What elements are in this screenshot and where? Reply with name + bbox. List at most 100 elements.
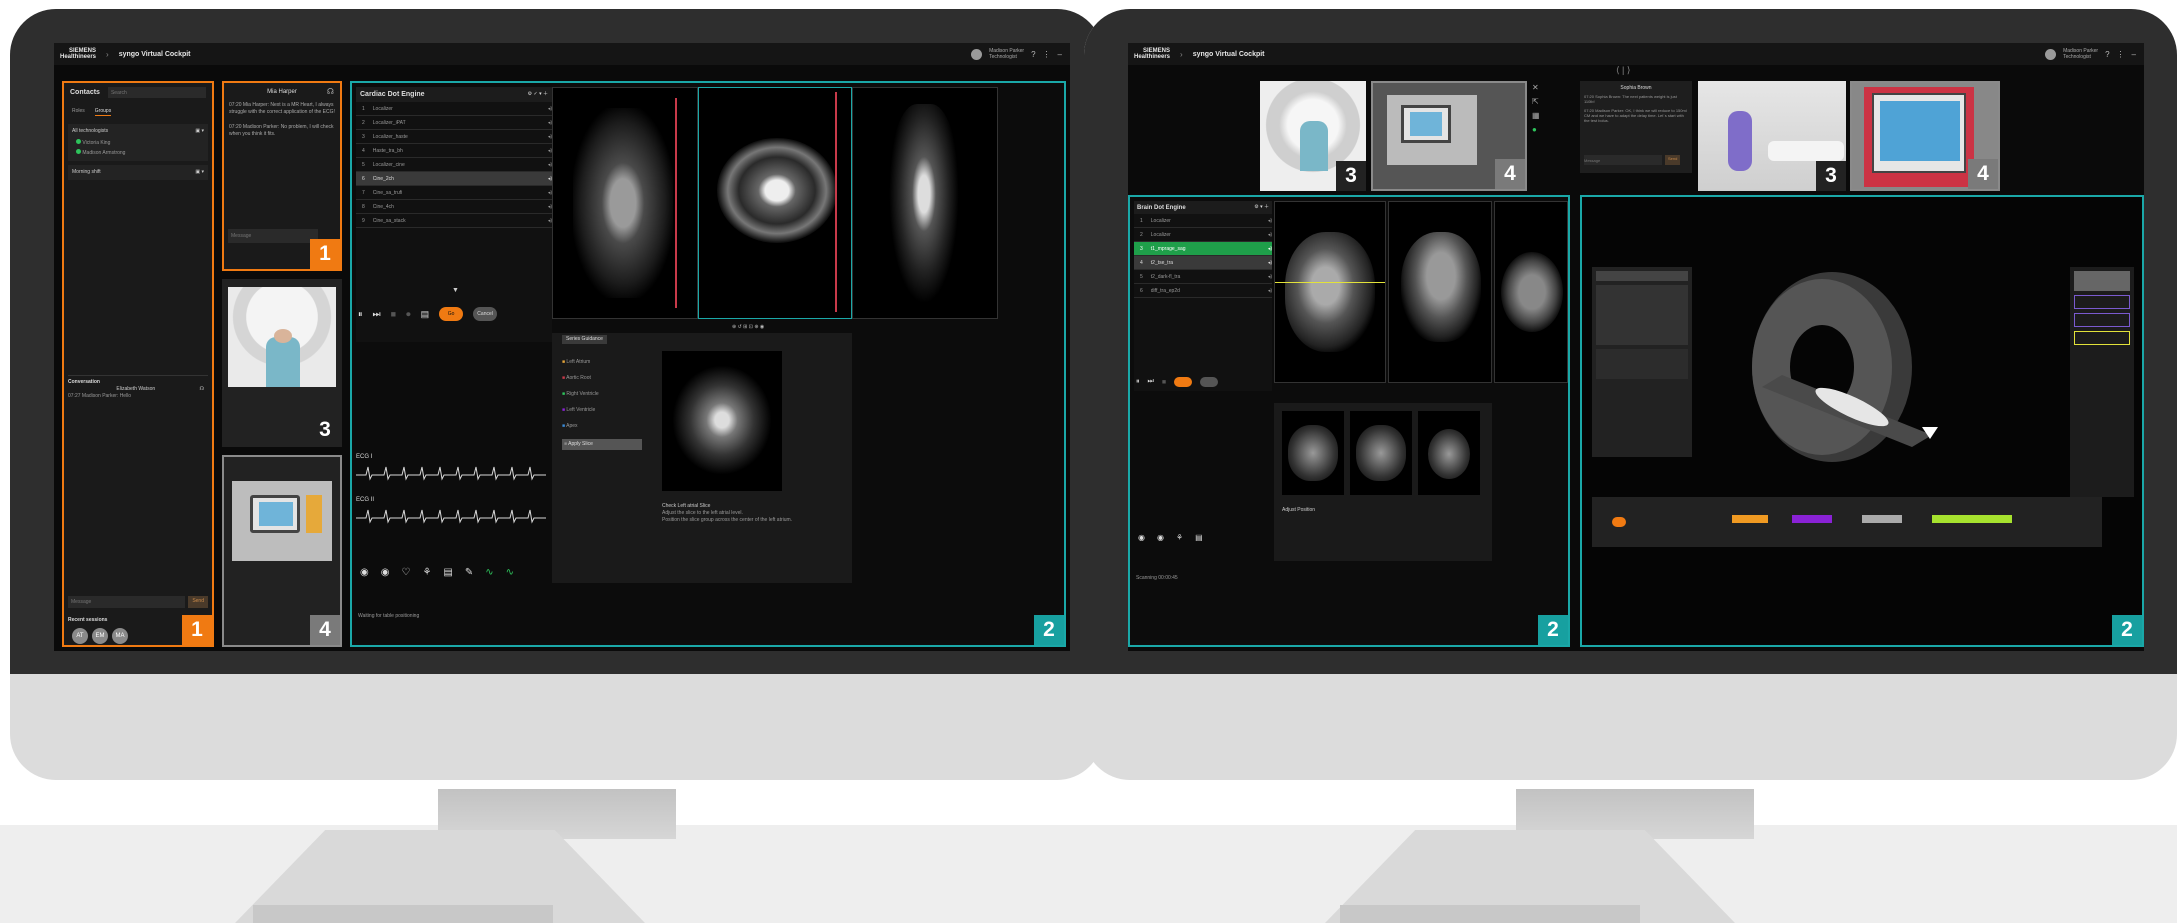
cancel-button[interactable] — [1200, 377, 1219, 387]
protocol-row[interactable]: 6 Cine_2ch ◂) — [356, 172, 552, 186]
recent-session-chip[interactable]: MA — [112, 628, 128, 644]
recent-session-chip[interactable]: EM — [92, 628, 108, 644]
go-button[interactable]: Go — [439, 307, 464, 321]
chat-message-input[interactable] — [228, 229, 318, 243]
tab-groups[interactable]: Groups — [94, 108, 112, 116]
sensor-icon[interactable]: ⚘ — [422, 567, 431, 578]
signal-icon[interactable]: ∿ — [485, 567, 493, 578]
thumb-sagittal[interactable] — [1282, 411, 1344, 495]
ct-gantry-3d-view[interactable] — [1702, 267, 1982, 477]
audio-icon[interactable]: ◂) — [1268, 274, 1272, 280]
member-item[interactable]: Victoria King — [72, 139, 204, 147]
record-icon[interactable]: ⏺ — [406, 309, 411, 320]
table-icon[interactable]: ▤ — [421, 309, 430, 320]
camera-feed-3[interactable]: 3 — [1260, 81, 1366, 191]
help-icon[interactable]: ? — [2105, 50, 2109, 59]
headset-icon[interactable]: ☊ — [327, 87, 334, 96]
signal-icon[interactable]: ∿ — [506, 567, 514, 578]
audio-icon[interactable]: ◂) — [1268, 218, 1272, 224]
record-icon[interactable]: ◉ — [1157, 533, 1164, 542]
chevron-down-icon[interactable]: ▼ — [452, 287, 459, 294]
recent-session-chip[interactable]: AT — [72, 628, 88, 644]
document-icon[interactable]: ▤ — [443, 567, 452, 578]
protocol-row[interactable]: 8 Cine_4ch ◂) — [356, 200, 552, 214]
user-avatar[interactable] — [2045, 48, 2057, 60]
grid-icon[interactable]: ▦ — [1532, 109, 1542, 123]
audio-icon[interactable]: ◂) — [1268, 260, 1272, 266]
contacts-search-input[interactable] — [107, 87, 206, 98]
camera-feed-4[interactable]: 4 — [1371, 81, 1527, 191]
protocol-row[interactable]: 7 Cine_sa_trufi ◂) — [356, 186, 552, 200]
send-button[interactable]: Send — [1665, 155, 1681, 165]
contacts-message-input[interactable] — [68, 596, 186, 608]
guidance-item[interactable]: ■ Left Ventricle — [562, 407, 642, 414]
guidance-item[interactable]: ■ Apex — [562, 423, 642, 430]
ct-timeline[interactable] — [1592, 497, 2102, 547]
headset-icon[interactable]: ☊ — [200, 386, 204, 393]
stop-icon[interactable]: ■ — [391, 309, 396, 319]
protocol-row[interactable]: 4 t2_tse_tra ◂) — [1134, 256, 1272, 270]
record-icon[interactable]: ◉ — [1138, 533, 1145, 542]
protocol-toolbar-icons[interactable]: ⚙ ▾ ＋ — [1254, 204, 1269, 211]
skip-icon[interactable]: ⏭ — [1148, 378, 1154, 386]
protocol-row[interactable]: 5 Localizer_cine ◂) — [356, 158, 552, 172]
minimize-icon[interactable]: – — [1058, 50, 1062, 59]
audio-icon[interactable]: ◂) — [1268, 288, 1272, 294]
protocol-row[interactable]: 3 t1_mprage_sag ◂) — [1134, 242, 1272, 256]
record-icon[interactable]: ◉ — [381, 567, 390, 578]
mr-image-sagittal[interactable] — [852, 87, 998, 319]
protocol-row[interactable]: 5 t2_dark-fl_tra ◂) — [1134, 270, 1272, 284]
mr-image-axial-brain[interactable] — [1494, 201, 1568, 383]
cancel-button[interactable]: Cancel — [473, 307, 498, 321]
group-all-technologists[interactable]: All technologists ▣ ▾ — [72, 128, 204, 135]
camera-feed-3[interactable]: 3 — [222, 279, 342, 447]
go-button[interactable] — [1174, 377, 1193, 387]
group-morning-shift[interactable]: Morning shift ▣ ▾ — [68, 165, 208, 180]
skip-icon[interactable]: ⏭ — [373, 309, 381, 320]
heart-icon[interactable]: ♡ — [401, 567, 410, 578]
more-icon[interactable]: ⋮ — [2117, 50, 2125, 59]
conversation-header[interactable]: Elizabeth Watson ☊ — [68, 386, 208, 393]
member-item[interactable]: Madison Armstrong — [72, 149, 204, 157]
protocol-toolbar-icons[interactable]: ⚙ ✓ ▾ ＋ — [528, 91, 548, 98]
thumb-axial[interactable] — [1418, 411, 1480, 495]
document-icon[interactable]: ▤ — [1195, 533, 1203, 542]
camera-feed-4[interactable]: 4 — [222, 455, 342, 647]
sensor-icon[interactable]: ⚘ — [1176, 533, 1183, 542]
tab-roles[interactable]: Roles — [72, 108, 85, 116]
user-avatar[interactable] — [971, 48, 983, 60]
protocol-row[interactable]: 9 Cine_sa_stack ◂) — [356, 214, 552, 228]
camera-feed-4-right[interactable]: 4 — [1850, 81, 2000, 191]
record-icon[interactable]: ◉ — [360, 567, 369, 578]
split-arrows[interactable]: ⟨ | ⟩ — [1616, 66, 1630, 75]
group-options-icon[interactable]: ▣ ▾ — [195, 128, 204, 135]
audio-icon[interactable]: ◂) — [1268, 246, 1272, 252]
group-options-icon[interactable]: ▣ ▾ — [195, 169, 204, 176]
mr-image-axial[interactable] — [698, 87, 852, 319]
minimize-icon[interactable]: – — [2132, 50, 2136, 59]
protocol-row[interactable]: 6 diff_tra_ep2d ◂) — [1134, 284, 1272, 298]
protocol-row[interactable]: 1 Localizer ◂) — [1134, 214, 1272, 228]
protocol-row[interactable]: 2 Localizer ◂) — [1134, 228, 1272, 242]
mr-image-coronal[interactable] — [552, 87, 698, 319]
protocol-row[interactable]: 1 Localizer ◂) — [356, 102, 552, 116]
share-icon[interactable]: ⇱ — [1532, 95, 1542, 109]
mr-image-coronal-brain[interactable] — [1388, 201, 1492, 383]
guidance-item[interactable]: ■ Right Ventricle — [562, 391, 642, 398]
help-icon[interactable]: ? — [1031, 50, 1035, 59]
more-icon[interactable]: ⋮ — [1043, 50, 1051, 59]
guidance-item[interactable]: ■ Apply Slice — [562, 439, 642, 450]
guidance-item[interactable]: ■ Aortic Root — [562, 375, 642, 382]
pen-icon[interactable]: ✎ — [465, 567, 473, 578]
protocol-row[interactable]: 3 Localizer_haste ◂) — [356, 130, 552, 144]
mr-image-sagittal-brain[interactable] — [1274, 201, 1386, 383]
pause-icon[interactable]: ⏸ — [358, 309, 363, 320]
pause-icon[interactable]: ⏸ — [1136, 378, 1140, 386]
thumb-coronal[interactable] — [1350, 411, 1412, 495]
audio-icon[interactable]: ◂) — [1268, 232, 1272, 238]
camera-feed-3-right[interactable]: 3 — [1698, 81, 1846, 191]
guidance-item[interactable]: ■ Left Atrium — [562, 359, 642, 366]
stop-icon[interactable]: ■ — [1162, 379, 1166, 386]
chat-message-input[interactable] — [1584, 155, 1662, 165]
protocol-row[interactable]: 2 Localizer_iPAT ◂) — [356, 116, 552, 130]
